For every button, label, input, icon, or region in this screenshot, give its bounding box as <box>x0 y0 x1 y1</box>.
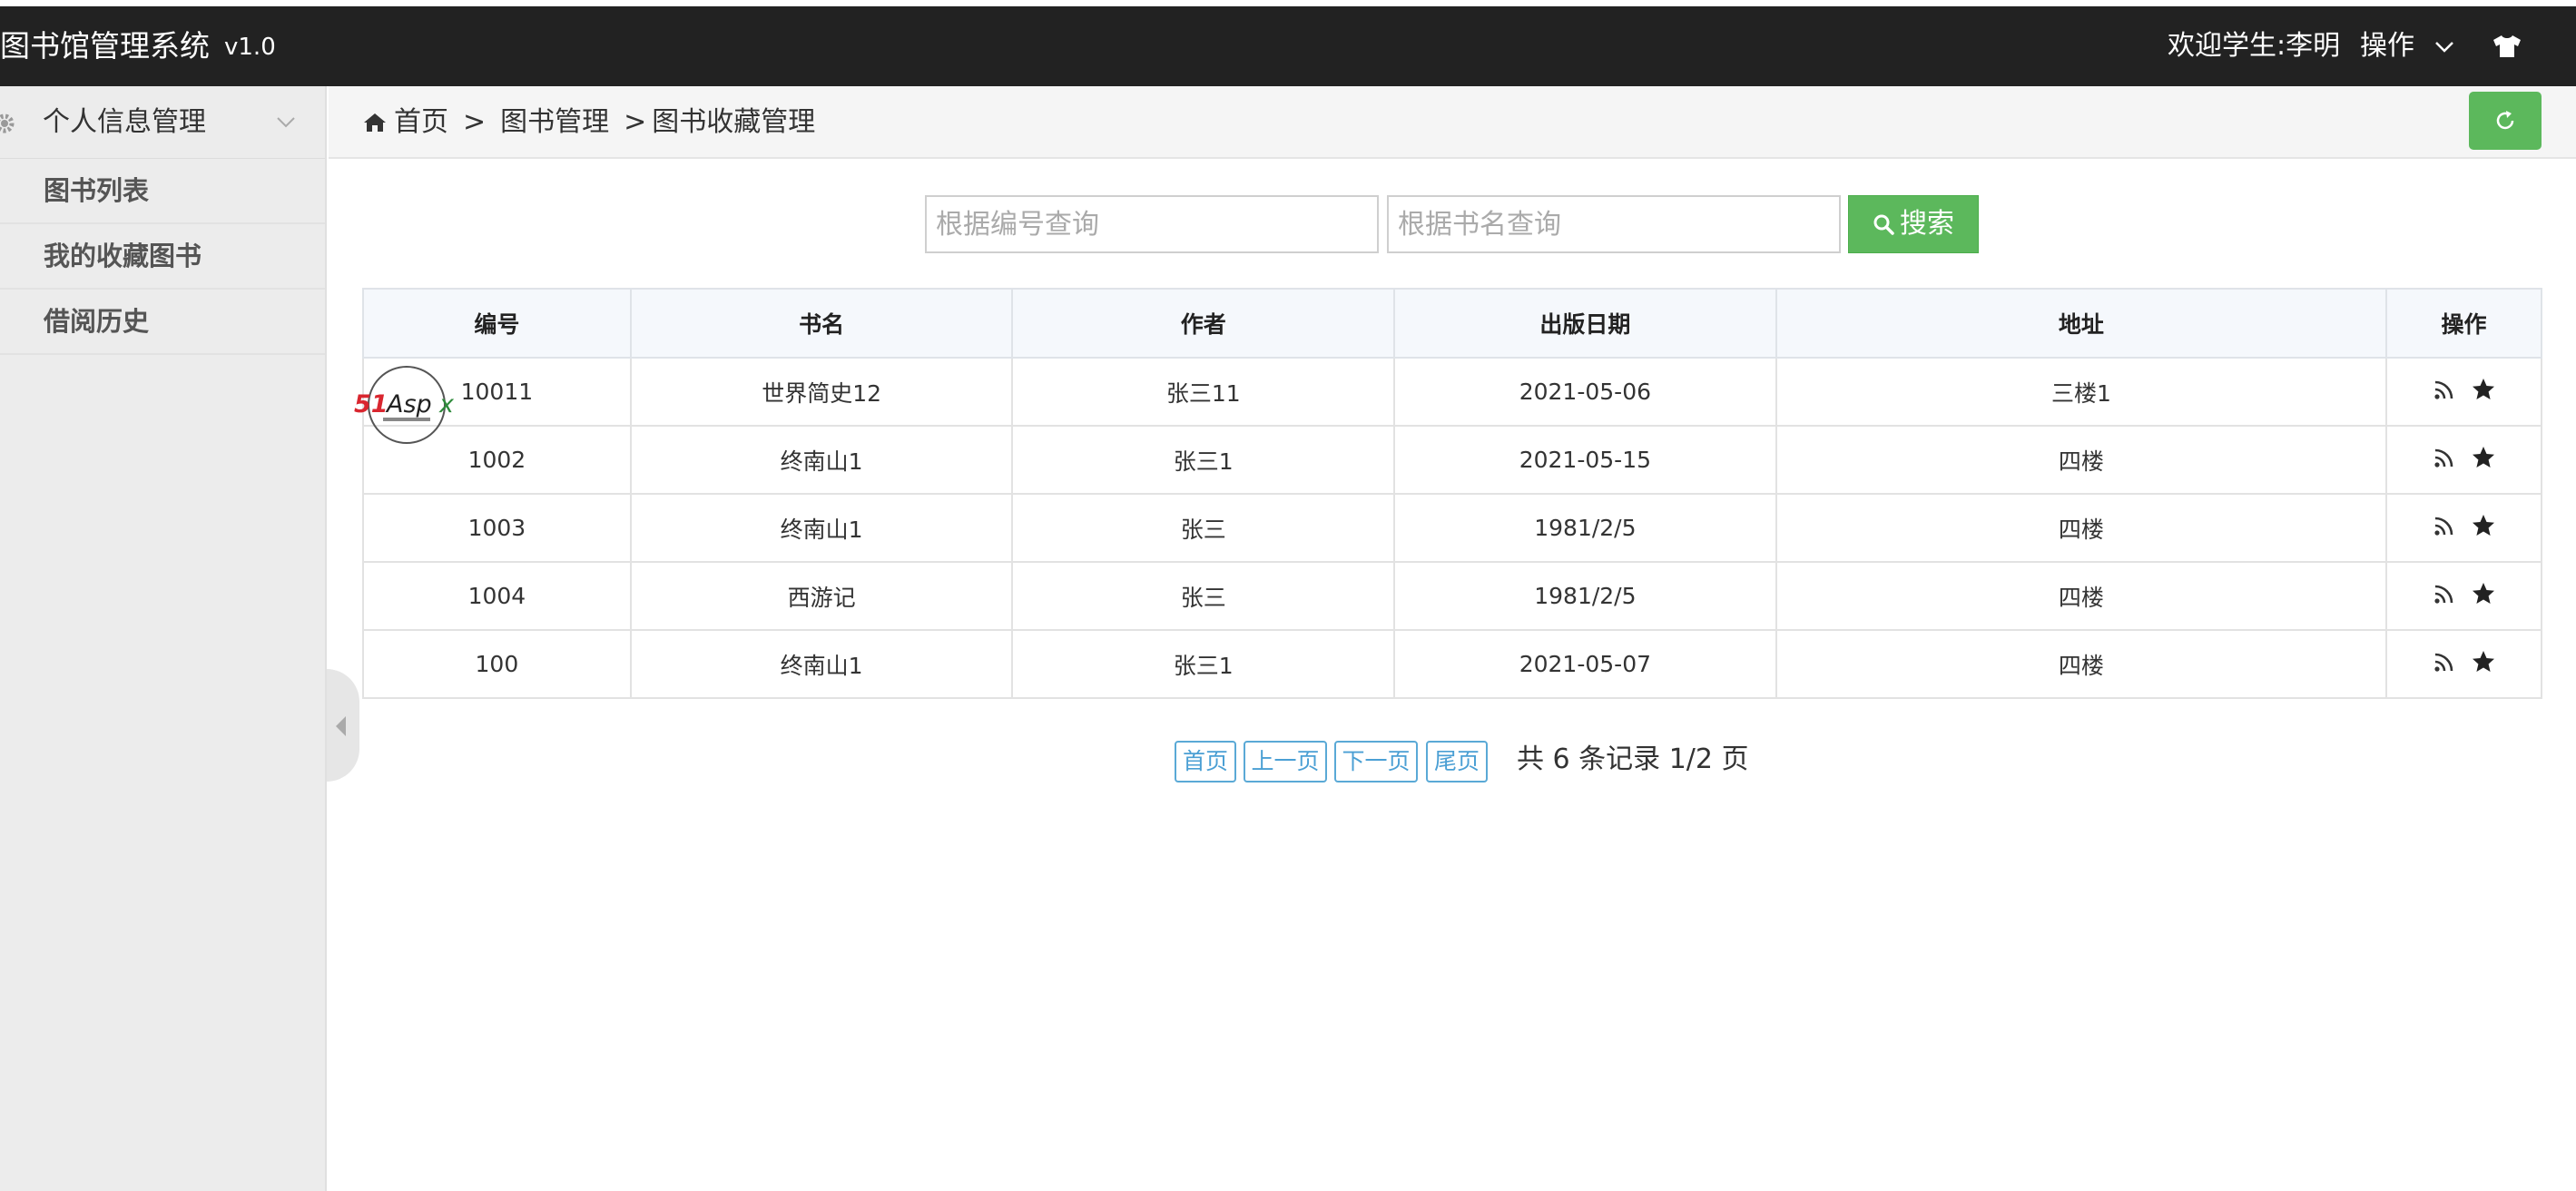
breadcrumb-current: 图书收藏管理 <box>652 106 816 138</box>
operations-menu[interactable]: 操作 <box>2360 6 2454 86</box>
table-row: 10011 世界简史12 张三11 2021-05-06 三楼1 <box>362 357 2542 427</box>
star-icon[interactable] <box>2472 446 2495 475</box>
star-icon[interactable] <box>2472 514 2495 543</box>
refresh-icon <box>2496 111 2514 130</box>
welcome-text: 欢迎学生:李明 <box>2168 30 2341 62</box>
cell-actions <box>2385 629 2542 699</box>
column-header: 操作 <box>2385 288 2542 359</box>
cell-location: 四楼 <box>1775 561 2388 631</box>
table-row: 1004 西游记 张三 1981/2/5 四楼 <box>362 561 2542 631</box>
table-row: 1003 终南山1 张三 1981/2/5 四楼 <box>362 493 2542 563</box>
rss-icon[interactable] <box>2433 651 2455 678</box>
breadcrumb-separator: > <box>463 106 487 138</box>
table-row: 1002 终南山1 张三1 2021-05-15 四楼 <box>362 425 2542 495</box>
cell-location: 四楼 <box>1775 629 2388 699</box>
cell-title: 世界简史12 <box>629 357 1014 427</box>
chevron-down-icon <box>2434 41 2453 53</box>
table-row: 100 终南山1 张三1 2021-05-07 四楼 <box>362 629 2542 699</box>
cell-author: 张三1 <box>1011 629 1396 699</box>
search-icon <box>1873 214 1894 235</box>
sidebar-group-personal-info[interactable]: 个人信息管理 <box>0 86 325 159</box>
cell-publish-date: 2021-05-07 <box>1393 629 1777 699</box>
search-by-name-input[interactable] <box>1387 195 1841 253</box>
cell-author: 张三 <box>1011 561 1396 631</box>
sidebar-item-borrow-history[interactable]: 借阅历史 <box>0 290 325 355</box>
cell-location: 三楼1 <box>1775 357 2388 427</box>
svg-text:x: x <box>438 390 455 418</box>
cell-title: 西游记 <box>629 561 1014 631</box>
pagination-info: 共 6 条记录 1/2 页 <box>1517 743 1749 775</box>
cell-actions <box>2385 357 2542 427</box>
sidebar-item-my-favorites[interactable]: 我的收藏图书 <box>0 224 325 290</box>
cell-title: 终南山1 <box>629 425 1014 495</box>
rss-icon[interactable] <box>2433 447 2455 474</box>
home-icon <box>364 113 386 132</box>
app-version: v1.0 <box>224 34 276 61</box>
cell-actions <box>2385 493 2542 563</box>
column-header: 作者 <box>1011 288 1396 359</box>
refresh-button[interactable] <box>2469 92 2542 150</box>
breadcrumb-book-management[interactable]: 图书管理 <box>500 106 609 138</box>
sidebar-item-book-list[interactable]: 图书列表 <box>0 159 325 224</box>
top-navbar: 图书馆管理系统 v1.0 欢迎学生:李明 操作 <box>0 6 2576 86</box>
pager-last-button[interactable]: 尾页 <box>1426 741 1488 783</box>
column-header: 地址 <box>1775 288 2388 359</box>
breadcrumb: 首页 > 图书管理 > 图书收藏管理 <box>363 86 815 159</box>
cell-title: 终南山1 <box>629 629 1014 699</box>
search-button-label: 搜索 <box>1900 208 1954 240</box>
cell-title: 终南山1 <box>629 493 1014 563</box>
rss-icon[interactable] <box>2433 515 2455 542</box>
cell-actions <box>2385 425 2542 495</box>
cell-author: 张三 <box>1011 493 1396 563</box>
app-title: 图书馆管理系统 v1.0 <box>0 6 276 86</box>
pager-first-button[interactable]: 首页 <box>1175 741 1236 783</box>
tshirt-icon[interactable] <box>2492 34 2522 58</box>
star-icon[interactable] <box>2472 650 2495 679</box>
rss-icon[interactable] <box>2433 379 2455 406</box>
app-title-text: 图书馆管理系统 <box>0 28 210 64</box>
pager-next-button[interactable]: 下一页 <box>1334 741 1418 783</box>
watermark-logo: 51 Asp x <box>354 366 455 444</box>
search-by-code-input[interactable] <box>925 195 1379 253</box>
sidebar-group-label: 个人信息管理 <box>43 106 206 138</box>
cell-location: 四楼 <box>1775 425 2388 495</box>
operations-menu-label: 操作 <box>2360 30 2414 62</box>
breadcrumb-home[interactable]: 首页 <box>394 106 448 138</box>
star-icon[interactable] <box>2472 582 2495 611</box>
cell-author: 张三11 <box>1011 357 1396 427</box>
gear-icon <box>0 113 15 133</box>
rss-icon[interactable] <box>2433 583 2455 610</box>
pager-prev-button[interactable]: 上一页 <box>1244 741 1327 783</box>
book-favorites-table: 编号 书名 作者 出版日期 地址 操作 10011 世界简史12 张三11 2021-… <box>362 288 2542 699</box>
cell-code: 1003 <box>362 493 632 563</box>
cell-publish-date: 2021-05-06 <box>1393 357 1777 427</box>
cell-author: 张三1 <box>1011 425 1396 495</box>
cell-publish-date: 1981/2/5 <box>1393 493 1777 563</box>
caret-left-icon <box>336 716 346 736</box>
breadcrumb-bar: 首页 > 图书管理 > 图书收藏管理 <box>329 86 2576 159</box>
sidebar: 个人信息管理 图书列表 我的收藏图书 借阅历史 <box>0 86 327 1191</box>
column-header: 编号 <box>362 288 632 359</box>
star-icon[interactable] <box>2472 378 2495 407</box>
column-header: 出版日期 <box>1393 288 1777 359</box>
svg-text:51: 51 <box>354 390 388 418</box>
cell-publish-date: 2021-05-15 <box>1393 425 1777 495</box>
column-header: 书名 <box>629 288 1014 359</box>
cell-code: 1004 <box>362 561 632 631</box>
sidebar-collapse-toggle[interactable] <box>327 669 359 782</box>
search-button[interactable]: 搜索 <box>1848 195 1979 253</box>
svg-text:Asp: Asp <box>385 390 432 418</box>
cell-actions <box>2385 561 2542 631</box>
cell-code: 100 <box>362 629 632 699</box>
cell-location: 四楼 <box>1775 493 2388 563</box>
table-header-row: 编号 书名 作者 出版日期 地址 操作 <box>362 288 2542 359</box>
cell-publish-date: 1981/2/5 <box>1393 561 1777 631</box>
chevron-down-icon <box>277 117 295 128</box>
breadcrumb-separator: > <box>624 106 647 138</box>
